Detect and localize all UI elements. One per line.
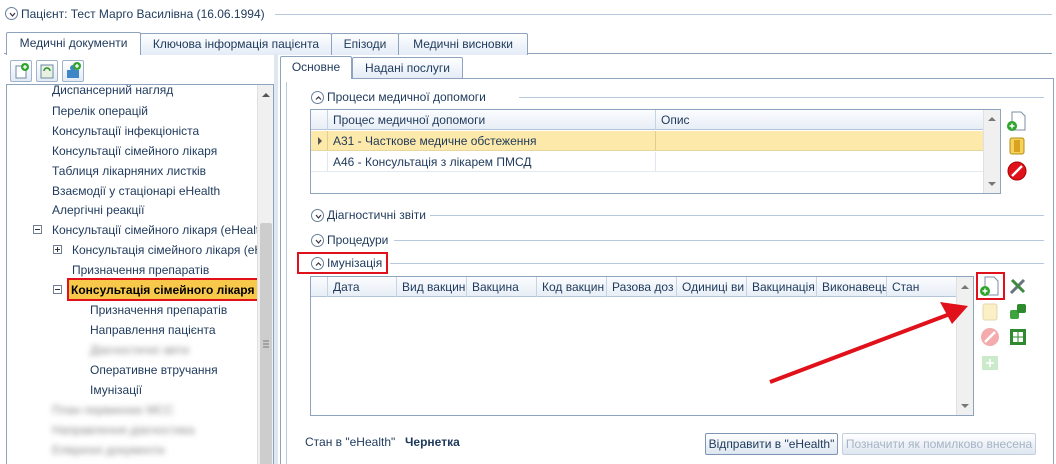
column-header[interactable]: Код вакцин [536,277,606,297]
column-header[interactable]: Дата [327,277,406,297]
collapse-node-icon[interactable] [53,285,62,294]
collapse-immunization-icon[interactable] [311,257,324,270]
diagnostic-reports-title: Діагностичні звіти [327,208,426,222]
tree-item[interactable]: Консультація сімейного лікаря (eHealth) [72,241,273,259]
expand-node-icon[interactable] [53,245,62,254]
grid-export-icon[interactable] [1007,326,1029,348]
processes-grid: Процес медичної допомоги Опис А31 - Част… [310,109,1001,194]
send-to-ehealth-button[interactable]: Відправити в "eHealth" [705,433,838,455]
mark-as-error-button[interactable]: Позначити як помилково внесена [842,433,1036,455]
refresh-document-button[interactable] [36,60,58,82]
annotation-arrow [769,302,968,384]
tree-item[interactable]: План первинних МСС [52,401,174,419]
tree-item-selected[interactable]: Консультація сімейного лікаря [71,281,254,299]
link-icon[interactable] [1007,301,1029,323]
delete-process-button[interactable] [1006,160,1028,182]
tab-services[interactable]: Надані послуги [352,57,463,79]
tree-item[interactable]: Взаємодії у стаціонарі eHealth [52,182,220,200]
tree-item[interactable]: Диспансерний нагляд [52,85,173,99]
add-document-button[interactable] [10,60,32,82]
tree-item[interactable]: Направлення діагностика [52,421,194,439]
splitter[interactable] [274,54,278,464]
collapse-processes-icon[interactable] [311,91,324,104]
process-cell[interactable]: А46 - Консультація з лікарем ПМСД [327,152,655,172]
tree-item[interactable]: Консультації інфекціоніста [52,122,199,140]
add-user-document-button[interactable] [62,60,84,82]
processes-title: Процеси медичної допомоги [327,90,486,104]
document-tree: Диспансерний нагляд Перелік операцій Кон… [6,84,274,464]
tree-item[interactable]: Алергічні реакції [52,201,144,219]
add-process-button[interactable] [1006,110,1028,132]
tab-key-info[interactable]: Ключова інформація пацієнта [140,33,332,55]
tree-item[interactable]: Консультації сімейного лікаря [52,142,217,160]
tab-medical-documents[interactable]: Медичні документи [6,32,141,55]
column-header[interactable]: Вид вакцин [396,277,466,297]
tools-icon[interactable] [1007,275,1029,297]
patient-header-label: Пацієнт: Тест Марго Василівна (16.06.199… [21,7,265,21]
processes-scrollbar[interactable] [983,110,1000,193]
tree-item[interactable]: Перелік операцій [52,102,148,120]
expand-diagnostic-reports-icon[interactable] [311,209,324,222]
tab-medical-conclusions[interactable]: Медичні висновки [398,33,528,55]
tree-item[interactable]: Направлення пацієнта [90,321,216,339]
tree-item[interactable]: Діагностичні звіти [90,341,189,359]
immunization-title: Імунізація [327,256,383,270]
column-header[interactable]: Процес медичної допомоги [327,110,657,130]
column-header[interactable]: Одиниці ви [676,277,746,297]
tree-item[interactable]: Призначення препаратів [72,261,209,279]
tree-item[interactable]: Оперативне втручання [90,361,218,379]
tab-basic[interactable]: Основне [280,56,352,79]
column-header[interactable]: Вакцина [466,277,536,297]
tree-item[interactable]: Таблиця лікарняних листків [52,162,206,180]
collapse-node-icon[interactable] [33,225,42,234]
tab-episodes[interactable]: Епізоди [331,33,399,55]
tree-item[interactable]: Призначення препаратів [90,301,227,319]
process-cell[interactable]: А31 - Часткове медичне обстеження [327,131,655,151]
ehealth-status-value: Чернетка [405,435,460,449]
tree-item[interactable]: Імунізації [90,381,142,399]
expand-procedures-icon[interactable] [311,234,324,247]
procedures-title: Процедури [327,233,389,247]
collapse-patient-icon[interactable] [5,7,18,20]
ehealth-status-label: Стан в "eHealth" [305,435,396,449]
description-cell[interactable] [655,152,983,172]
description-cell[interactable] [655,131,983,151]
column-header[interactable]: Опис [655,110,983,130]
tree-scrollbar[interactable] [257,85,273,464]
table-row[interactable]: А46 - Консультація з лікарем ПМСД [311,152,984,172]
edit-process-button[interactable] [1006,135,1028,157]
column-header[interactable]: Разова доз [606,277,676,297]
table-row-selected[interactable]: А31 - Часткове медичне обстеження [311,131,984,151]
tree-item[interactable]: Консультації сімейного лікаря (eHealth) [52,221,270,239]
tree-item[interactable]: Епікризні документи [52,441,165,459]
